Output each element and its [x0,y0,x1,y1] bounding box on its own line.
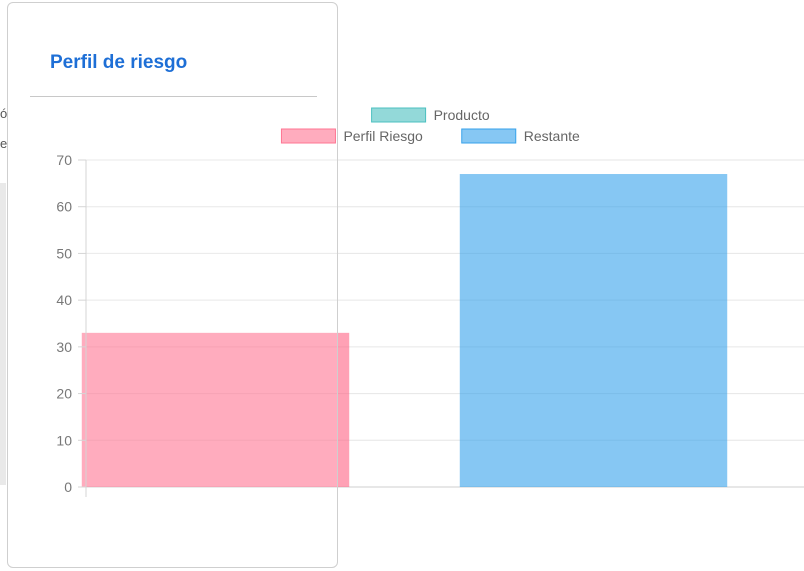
card-title: Perfil de riesgo [50,52,188,73]
card-divider [30,96,317,97]
legend-swatch [461,128,517,144]
legend-label: Producto [434,107,490,123]
bar [459,174,728,487]
legend-label: Perfil Riesgo [343,128,423,144]
legend-label: Restante [524,128,580,144]
legend-swatch [371,107,427,123]
risk-profile-card: Perfil de riesgo [7,2,338,568]
